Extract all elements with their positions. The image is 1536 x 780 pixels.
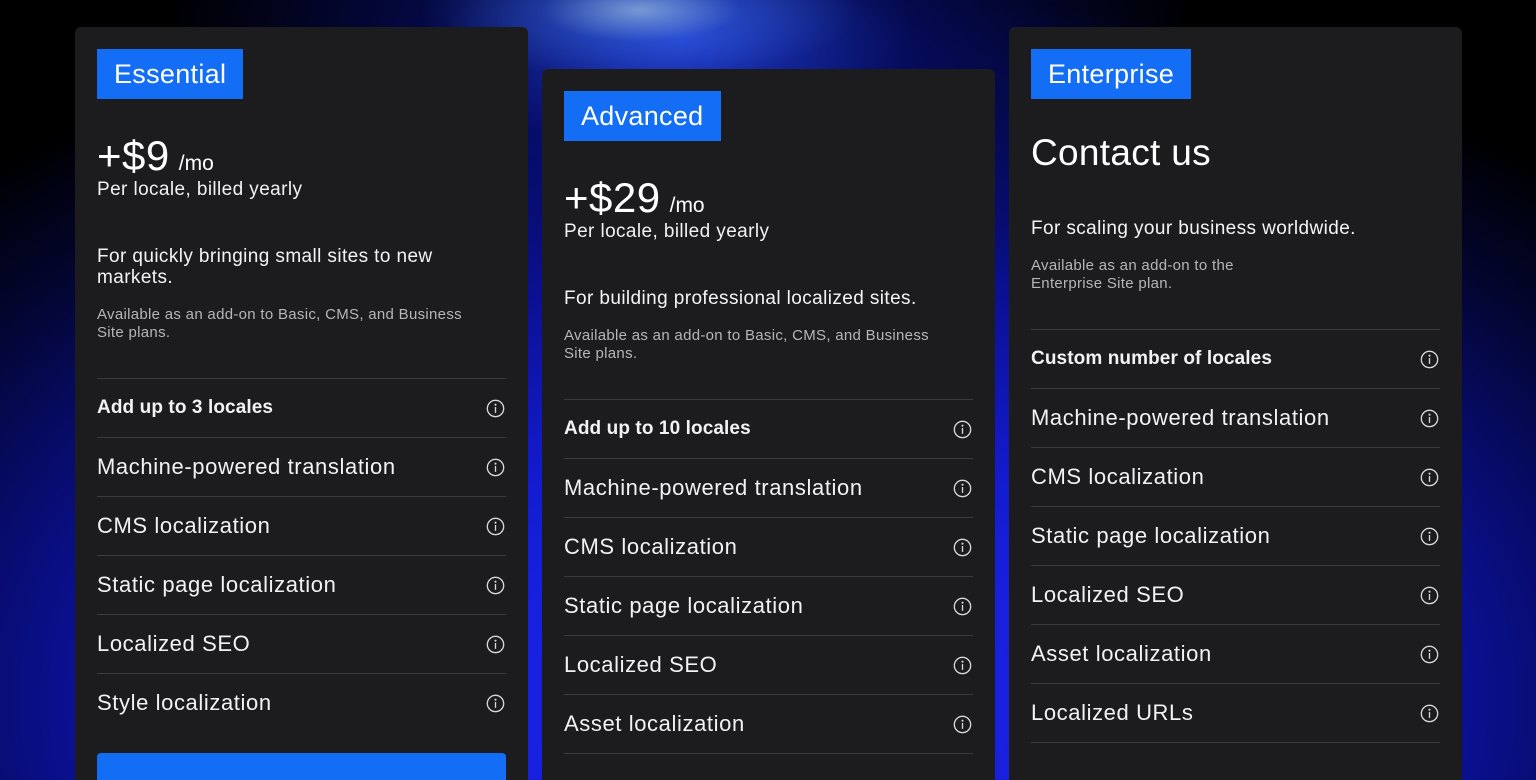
info-icon[interactable] — [486, 694, 505, 713]
feature-label: Machine-powered translation — [97, 454, 396, 479]
info-icon[interactable] — [953, 715, 972, 734]
feature-item: Machine-powered translation — [1031, 389, 1440, 448]
feature-label: Static page localization — [97, 572, 337, 597]
feature-label: CMS localization — [97, 513, 271, 538]
info-icon[interactable] — [486, 635, 505, 654]
info-icon[interactable] — [953, 597, 972, 616]
feature-item: Localized SEO — [1031, 566, 1440, 625]
feature-item: Localized SEO — [564, 636, 973, 695]
feature-label: Asset localization — [1031, 641, 1212, 666]
plan-description: For quickly bringing small sites to new … — [97, 246, 433, 288]
info-icon[interactable] — [486, 399, 505, 418]
info-icon[interactable] — [486, 576, 505, 595]
feature-label: Add up to 10 locales — [564, 418, 751, 439]
feature-label: Localized URLs — [1031, 700, 1194, 725]
info-icon[interactable] — [1420, 350, 1439, 369]
info-icon[interactable] — [953, 420, 972, 439]
plan-price: +$29 — [564, 174, 661, 221]
feature-item: Style localization — [97, 674, 506, 732]
feature-list: Add up to 3 locales Machine-powered tran… — [97, 378, 506, 732]
feature-item: Static page localization — [564, 577, 973, 636]
feature-item: Localized SEO — [97, 615, 506, 674]
feature-item: Machine-powered translation — [97, 438, 506, 497]
info-icon[interactable] — [953, 656, 972, 675]
feature-item: Add up to 10 locales — [564, 400, 973, 459]
feature-label: CMS localization — [1031, 464, 1205, 489]
feature-item: Static page localization — [97, 556, 506, 615]
contact-headline: Contact us — [1031, 132, 1211, 173]
plan-availability-note: Available as an add-on to the Enterprise… — [1031, 257, 1234, 292]
feature-label: Localized SEO — [1031, 582, 1185, 607]
price-row: +$9 /mo — [97, 134, 506, 178]
feature-list: Custom number of locales Machine-powered… — [1031, 329, 1440, 743]
feature-label: Static page localization — [1031, 523, 1271, 548]
feature-label: Asset localization — [564, 711, 745, 736]
feature-label: Localized SEO — [564, 652, 718, 677]
info-icon[interactable] — [1420, 527, 1439, 546]
feature-label: Static page localization — [564, 593, 804, 618]
info-icon[interactable] — [486, 458, 505, 477]
info-icon[interactable] — [953, 479, 972, 498]
plan-card-advanced: Advanced +$29 /mo Per locale, billed yea… — [542, 69, 995, 780]
feature-item: Add up to 3 locales — [97, 379, 506, 438]
feature-label: Machine-powered translation — [564, 475, 863, 500]
billing-note: Per locale, billed yearly — [97, 179, 303, 200]
feature-list: Add up to 10 locales Machine-powered tra… — [564, 399, 973, 754]
feature-label: Machine-powered translation — [1031, 405, 1330, 430]
info-icon[interactable] — [1420, 645, 1439, 664]
feature-label: Localized SEO — [97, 631, 251, 656]
plan-tag-advanced: Advanced — [564, 91, 721, 141]
feature-item: Machine-powered translation — [564, 459, 973, 518]
info-icon[interactable] — [953, 538, 972, 557]
feature-label: Style localization — [97, 690, 272, 715]
info-icon[interactable] — [486, 517, 505, 536]
plan-tag-enterprise: Enterprise — [1031, 49, 1192, 99]
plan-availability-note: Available as an add-on to Basic, CMS, an… — [564, 327, 929, 362]
feature-item: Localized URLs — [1031, 684, 1440, 743]
plan-description: For building professional localized site… — [564, 288, 917, 309]
feature-item: Static page localization — [1031, 507, 1440, 566]
feature-label: Add up to 3 locales — [97, 397, 274, 418]
info-icon[interactable] — [1420, 409, 1439, 428]
feature-item: Asset localization — [1031, 625, 1440, 684]
feature-item: CMS localization — [97, 497, 506, 556]
price-period: /mo — [178, 152, 214, 175]
feature-item: Custom number of locales — [1031, 330, 1440, 389]
plan-cta-button[interactable] — [97, 753, 506, 780]
billing-note: Per locale, billed yearly — [564, 221, 770, 242]
info-icon[interactable] — [1420, 586, 1439, 605]
feature-label: Custom number of locales — [1031, 348, 1272, 369]
plan-tag-essential: Essential — [97, 49, 244, 99]
plan-price: +$9 — [97, 132, 170, 179]
plan-card-enterprise: Enterprise Contact us For scaling your b… — [1009, 27, 1462, 780]
feature-item: CMS localization — [1031, 448, 1440, 507]
feature-item: CMS localization — [564, 518, 973, 577]
info-icon[interactable] — [1420, 704, 1439, 723]
info-icon[interactable] — [1420, 468, 1439, 487]
feature-label: CMS localization — [564, 534, 738, 559]
plan-description: For scaling your business worldwide. — [1031, 218, 1356, 239]
plan-availability-note: Available as an add-on to Basic, CMS, an… — [97, 306, 462, 341]
price-row: +$29 /mo — [564, 176, 973, 220]
price-period: /mo — [669, 194, 705, 217]
feature-item: Asset localization — [564, 695, 973, 754]
plan-card-essential: Essential +$9 /mo Per locale, billed yea… — [75, 27, 528, 780]
